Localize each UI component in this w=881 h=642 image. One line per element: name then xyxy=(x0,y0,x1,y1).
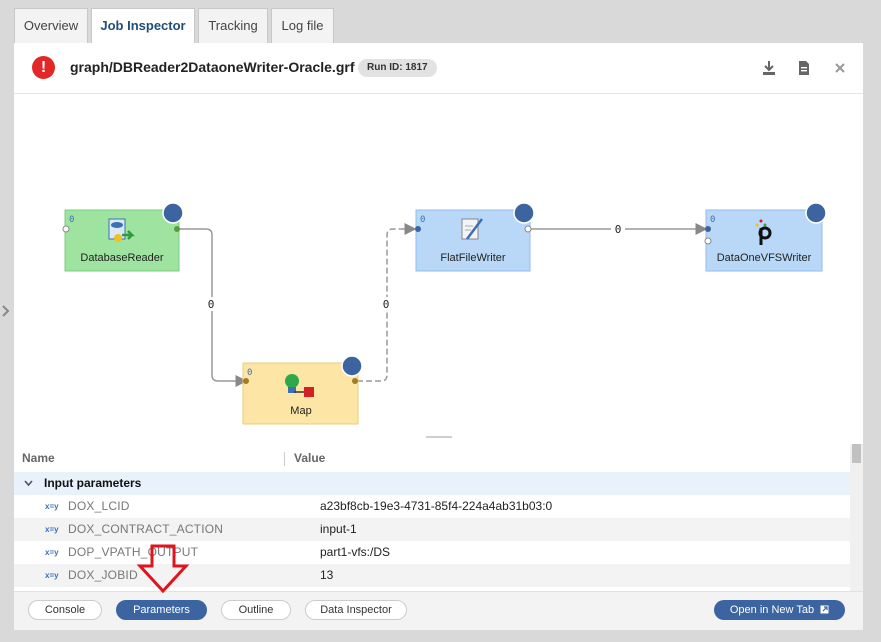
table-row[interactable]: x=y DOX_CONTRACT_ACTION input-1 xyxy=(14,518,850,541)
parameter-value: part1-vfs:/DS xyxy=(320,545,391,559)
parameter-value: input-1 xyxy=(320,522,357,536)
console-button[interactable]: Console xyxy=(28,600,102,620)
group-row-input-parameters[interactable]: Input parameters xyxy=(14,472,850,495)
expand-sidebar-icon[interactable] xyxy=(0,302,12,320)
bottom-toolbar: Console Parameters Outline Data Inspecto… xyxy=(14,591,863,630)
chevron-down-icon[interactable] xyxy=(24,479,33,488)
group-label: Input parameters xyxy=(44,476,142,490)
job-inspector-panel: ! graph/DBReader2DataoneWriter-Oracle.gr… xyxy=(14,43,863,630)
edge-record-count: 0 xyxy=(383,298,390,311)
node-dataone-vfs-writer[interactable]: 0 DataOneVFSWriter xyxy=(704,202,827,272)
panel-splitter[interactable] xyxy=(426,436,452,438)
tab-tracking[interactable]: Tracking xyxy=(198,8,268,43)
parameter-name: DOX_JOBID xyxy=(68,568,138,582)
node-flat-file-writer[interactable]: 0 FlatFileWriter xyxy=(415,202,535,272)
node-label: FlatFileWriter xyxy=(440,252,506,264)
red-arrow-annotation-icon xyxy=(136,544,190,594)
run-id-badge: Run ID: 1817 xyxy=(358,59,437,77)
data-inspector-button[interactable]: Data Inspector xyxy=(305,600,407,620)
tab-overview[interactable]: Overview xyxy=(14,8,88,43)
parameter-icon: x=y xyxy=(45,525,59,534)
close-icon[interactable] xyxy=(831,59,849,77)
parameters-button[interactable]: Parameters xyxy=(116,600,207,620)
open-new-tab-button[interactable]: Open in New Tab xyxy=(714,600,845,620)
node-database-reader[interactable]: 0 DatabaseReader xyxy=(62,202,184,272)
column-header-value[interactable]: Value xyxy=(294,451,325,465)
column-header-name[interactable]: Name xyxy=(22,451,55,465)
open-new-tab-label: Open in New Tab xyxy=(729,604,815,616)
graph-title: graph/DBReader2DataoneWriter-Oracle.grf xyxy=(70,59,355,75)
node-phase: 0 xyxy=(420,215,425,225)
parameter-name: DOX_CONTRACT_ACTION xyxy=(68,522,224,536)
edge-record-count: 0 xyxy=(208,298,215,311)
table-header: Name Value xyxy=(14,444,850,472)
graph-canvas: 0 0 0 0 DatabaseReader 0 Map 0 FlatFileW… xyxy=(62,202,827,425)
node-phase: 0 xyxy=(710,215,715,225)
outline-button[interactable]: Outline xyxy=(221,600,291,620)
node-label: DataOneVFSWriter xyxy=(717,252,812,264)
node-label: DatabaseReader xyxy=(80,252,164,264)
parameter-icon: x=y xyxy=(45,571,59,580)
node-map[interactable]: 0 Map xyxy=(242,355,363,425)
error-icon: ! xyxy=(32,56,55,79)
parameter-icon: x=y xyxy=(45,548,59,557)
edge-record-count: 0 xyxy=(615,223,622,236)
parameter-name: DOX_LCID xyxy=(68,499,130,513)
download-icon[interactable] xyxy=(760,59,778,77)
scrollbar-thumb[interactable] xyxy=(852,444,861,463)
parameter-icon: x=y xyxy=(45,502,59,511)
node-label: Map xyxy=(290,405,311,417)
document-icon[interactable] xyxy=(795,59,813,77)
node-phase: 0 xyxy=(247,368,252,378)
tab-log-file[interactable]: Log file xyxy=(271,8,334,43)
parameter-value: 13 xyxy=(320,568,334,582)
node-phase: 0 xyxy=(69,215,74,225)
table-scrollbar[interactable] xyxy=(850,444,863,591)
column-divider[interactable] xyxy=(284,452,285,466)
table-row[interactable]: x=y DOX_LCID a23bf8cb-19e3-4731-85f4-224… xyxy=(14,495,850,518)
inspector-header: ! graph/DBReader2DataoneWriter-Oracle.gr… xyxy=(14,43,863,94)
tab-job-inspector[interactable]: Job Inspector xyxy=(91,8,195,44)
external-link-icon xyxy=(820,605,829,614)
parameter-value: a23bf8cb-19e3-4731-85f4-224a4ab31b03:0 xyxy=(320,499,553,513)
